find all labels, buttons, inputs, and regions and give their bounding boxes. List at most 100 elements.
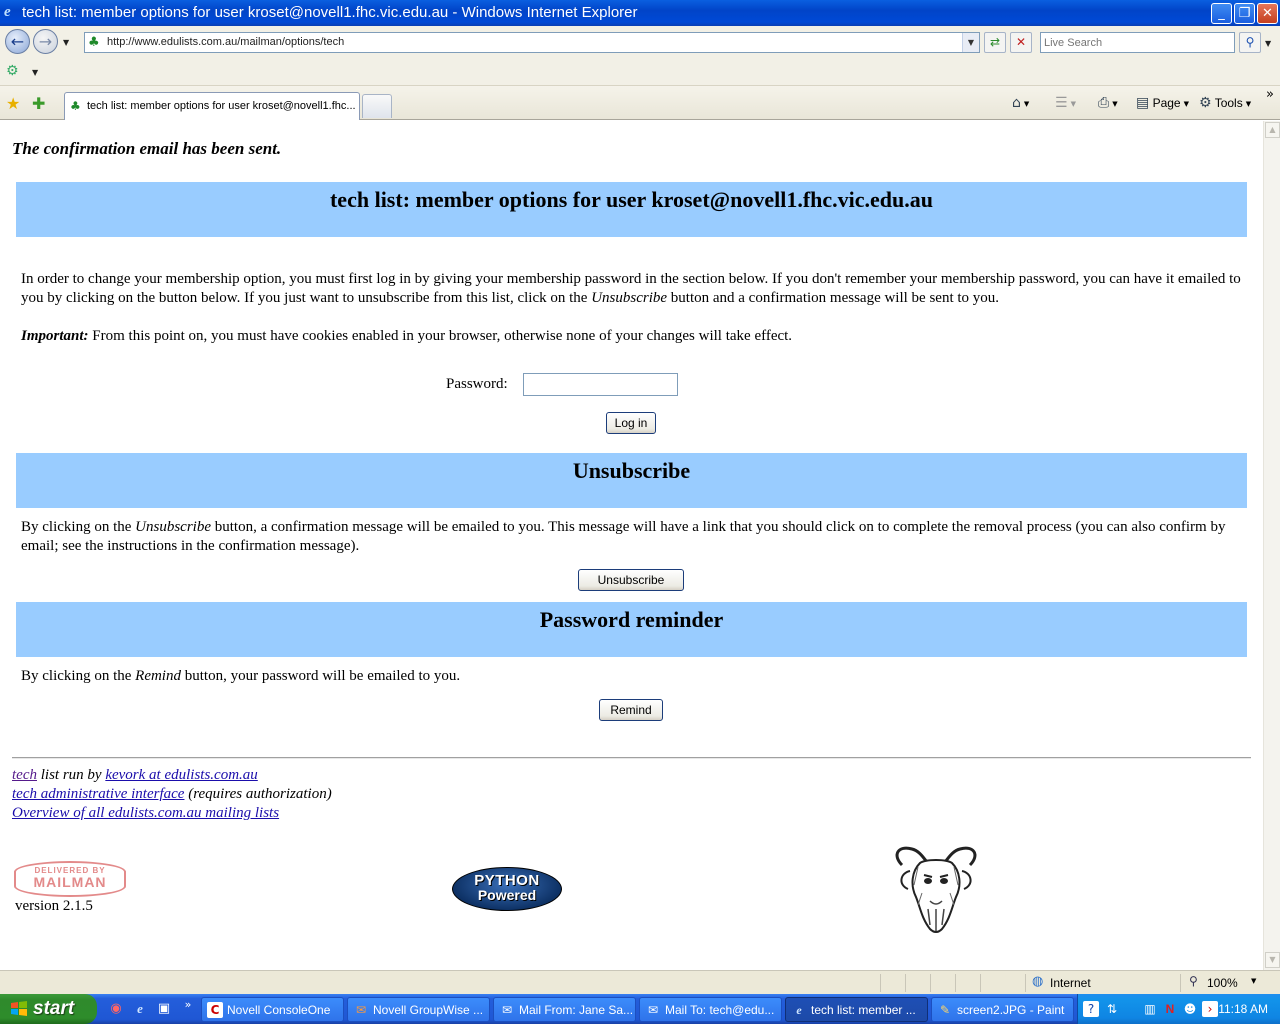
add-favorites-icon[interactable]: ✚ [32,94,45,113]
task-mail-to[interactable]: ✉ Mail To: tech@edu... [639,997,782,1022]
vertical-scrollbar[interactable]: ▲ ▼ [1263,121,1280,970]
network-icon[interactable]: ⇅ [1104,1001,1120,1017]
tab-label: tech list: member options for user krose… [87,100,356,112]
scroll-up-icon[interactable]: ▲ [1265,122,1280,138]
close-button[interactable]: ✕ [1257,3,1278,24]
quicklaunch-ie-icon[interactable]: e [132,1001,148,1017]
people-icon[interactable]: ☻ [1182,1001,1198,1017]
computer-icon[interactable]: ▥ [1142,1001,1158,1017]
remind-button[interactable]: Remind [599,699,663,721]
zoom-control[interactable]: ⚲ 100% ▼ [1180,974,1260,992]
address-url[interactable]: http://www.edulists.com.au/mailman/optio… [107,36,344,48]
security-zone[interactable]: ◍ Internet [1025,974,1175,992]
tools-menu[interactable]: ⚙ Tools ▼ [1199,95,1251,111]
page-menu[interactable]: ▤ Page ▼ [1136,95,1189,111]
header-banner: tech list: member options for user krose… [16,182,1247,237]
unsubscribe-button[interactable]: Unsubscribe [578,569,684,591]
page-title: tech list: member options for user krose… [329,187,934,212]
owner-link[interactable]: kevork at edulists.com.au [105,767,257,783]
task-label: Mail From: Jane Sa... [519,1003,634,1017]
task-label: Novell GroupWise ... [373,1003,484,1017]
print-button[interactable]: ⎙ ▼ [1098,95,1118,111]
login-button[interactable]: Log in [606,412,656,434]
help-icon[interactable]: ? [1083,1001,1099,1017]
gear-icon: ⚙ [1199,95,1212,111]
tab-tech-list[interactable]: ♣ tech list: member options for user kro… [64,92,360,120]
feeds-button[interactable]: ☰ ▼ [1055,95,1076,111]
windows-taskbar: start ◉ e ▣ » C Novell ConsoleOne ✉ Nove… [0,994,1280,1024]
important-label: Important: [21,328,89,344]
print-icon: ⎙ [1098,95,1110,111]
reminder-text-end: button, your password will be emailed to… [180,668,461,684]
window-title: tech list: member options for user krose… [22,4,638,21]
overview-link[interactable]: Overview of all edulists.com.au mailing … [12,805,279,821]
shortcut-icon[interactable]: › [1202,1001,1218,1017]
intro-text-end: button and a confirmation message will b… [667,290,1000,306]
refresh-button[interactable]: ⇄ [984,32,1006,53]
restore-button[interactable]: ❐ [1234,3,1255,24]
back-button[interactable]: ← [5,29,30,54]
minimize-button[interactable]: _ [1211,3,1232,24]
python-powered-logo[interactable]: PYTHON Powered [452,867,562,911]
status-cell [880,974,900,992]
connect-icon[interactable]: ⚙ [6,63,19,79]
live-search-box[interactable] [1040,32,1235,53]
run-by-text: list run by [36,767,106,783]
important-paragraph: Important: From this point on, you must … [21,327,1246,346]
zoom-icon: ⚲ [1189,974,1198,988]
list-link[interactable]: tech [12,767,37,783]
password-field[interactable] [523,373,678,396]
quicklaunch-more-icon[interactable]: » [180,997,196,1013]
unsubscribe-paragraph: By clicking on the Unsubscribe button, a… [21,518,1246,556]
clock[interactable]: 11:18 AM [1218,1002,1268,1016]
task-paint[interactable]: ✎ screen2.JPG - Paint [931,997,1074,1022]
address-dropdown-icon[interactable]: ▼ [962,33,979,52]
forward-button[interactable]: → [33,29,58,54]
quicklaunch-browser-icon[interactable]: ◉ [108,1001,124,1017]
python-logo-line1: PYTHON [474,872,540,889]
confirmation-message: The confirmation email has been sent. [12,139,282,158]
novell-icon[interactable]: N [1162,1001,1178,1017]
title-bar[interactable]: e tech list: member options for user kro… [0,0,1280,26]
links-dropdown-icon[interactable]: ▼ [32,68,38,77]
favorites-star-icon[interactable]: ★ [6,94,20,113]
new-tab-button[interactable] [362,94,392,118]
status-cell [980,974,1020,992]
reminder-paragraph: By clicking on the Remind button, your p… [21,667,1246,686]
zone-label: Internet [1050,976,1091,990]
status-cell [930,974,950,992]
internet-explorer-icon: e [4,4,11,20]
ie-icon: e [796,1003,802,1017]
mail-icon: ✉ [501,1003,513,1017]
globe-icon: ◍ [1032,974,1044,989]
page-icon: ♣ [70,99,81,113]
search-options-dropdown-icon[interactable]: ▼ [1265,39,1271,48]
footer-admin: tech administrative interface (requires … [12,786,332,803]
chevron-more-icon[interactable]: » [1266,87,1274,102]
gnu-head-logo[interactable] [890,845,982,935]
search-icon[interactable]: ⚲ [1239,32,1261,53]
footer-divider [12,757,1251,759]
stop-button[interactable]: ✕ [1010,32,1032,53]
status-cell [955,974,975,992]
important-text: From this point on, you must have cookie… [88,328,793,344]
status-bar: ◍ Internet ⚲ 100% ▼ [0,970,1280,994]
task-internet-explorer[interactable]: e tech list: member ... [785,997,928,1022]
admin-link[interactable]: tech administrative interface [12,786,184,802]
home-button[interactable]: ⌂ ▼ [1012,95,1029,111]
mailman-logo[interactable]: DELIVERED BY MAILMAN [14,861,126,897]
reminder-emphasis: Remind [135,668,181,684]
intro-emphasis: Unsubscribe [591,290,668,306]
recent-pages-dropdown-icon[interactable]: ▼ [63,38,69,47]
start-button[interactable]: start [0,994,97,1024]
password-label: Password: [446,376,508,392]
search-input[interactable] [1044,34,1234,52]
task-groupwise[interactable]: ✉ Novell GroupWise ... [347,997,490,1022]
quicklaunch-desktop-icon[interactable]: ▣ [156,1001,172,1017]
scroll-down-icon[interactable]: ▼ [1265,952,1280,968]
task-mail-from[interactable]: ✉ Mail From: Jane Sa... [493,997,636,1022]
reminder-heading: Password reminder [539,607,724,632]
address-bar[interactable]: ♣ http://www.edulists.com.au/mailman/opt… [84,32,980,53]
task-consoleone[interactable]: C Novell ConsoleOne [201,997,344,1022]
chevron-down-icon: ▼ [1245,99,1252,108]
